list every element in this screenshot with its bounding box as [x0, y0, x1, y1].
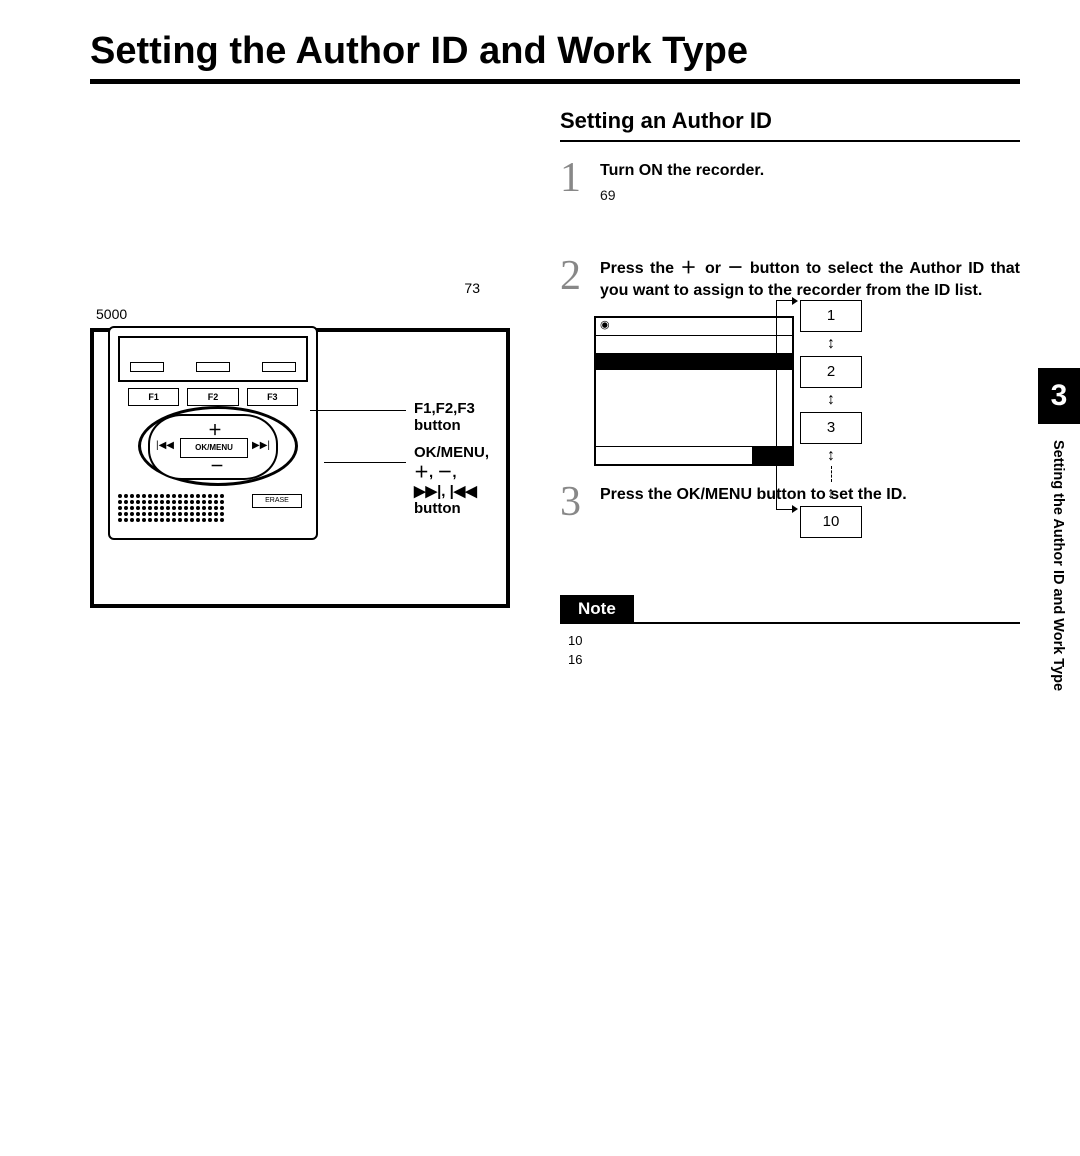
updown-arrow-icon: ↕: [800, 486, 862, 502]
ref-73: 73: [464, 280, 480, 296]
id-box-2: 2: [800, 356, 862, 388]
id-box-3: 3: [800, 412, 862, 444]
chapter-tab: 3: [1038, 368, 1080, 424]
author-list-screen: ◉: [594, 316, 794, 466]
updown-arrow-dashed-icon: ↕: [800, 448, 862, 482]
minus-icon: －: [210, 456, 224, 476]
okmenu-button: OK/MENU: [180, 438, 248, 458]
device-illustration: F1 F2 F3 ＋ OK/MENU － |◀◀ ▶▶|: [90, 328, 510, 608]
step-1-text: Turn ON the recorder.: [600, 160, 1020, 182]
chapter-side-label: Setting the Author ID and Work Type: [1050, 440, 1066, 691]
updown-arrow-icon: ↕: [800, 392, 862, 408]
forward-icon: ▶▶|: [252, 440, 270, 451]
f3-key: F3: [247, 388, 298, 406]
step-1-number: 1: [560, 160, 590, 204]
f1-key: F1: [128, 388, 179, 406]
section-title: Setting an Author ID: [560, 108, 1020, 142]
speaker-grille: [118, 494, 228, 522]
id-box-10: 10: [800, 506, 862, 538]
ref-5000: 5000: [96, 306, 127, 322]
page-title: Setting the Author ID and Work Type: [90, 30, 1020, 73]
title-rule: [90, 79, 1020, 84]
note-ref-10: 10: [568, 632, 1020, 650]
rewind-icon: |◀◀: [156, 440, 174, 451]
note-ref-16: 16: [568, 651, 1020, 669]
step-2-text: Press the ＋ or － button to select the Au…: [600, 258, 1020, 301]
step-2-number: 2: [560, 258, 590, 301]
f2-key: F2: [187, 388, 238, 406]
id-selection-diagram: 1 ↕ 2 ↕ 3 ↕ ↕ 10: [800, 300, 862, 538]
updown-arrow-icon: ↕: [800, 336, 862, 352]
callout-nav: OK/MENU,＋, －, ▶▶|, |◀◀ button: [414, 444, 506, 517]
step-1-ref: 69: [600, 186, 1020, 205]
callout-fkeys: F1,F2,F3 button: [414, 400, 475, 434]
step-3-number: 3: [560, 484, 590, 522]
erase-button: ERASE: [252, 494, 302, 508]
plus-icon: ＋: [208, 420, 222, 440]
id-box-1: 1: [800, 300, 862, 332]
note-label: Note: [560, 595, 634, 623]
